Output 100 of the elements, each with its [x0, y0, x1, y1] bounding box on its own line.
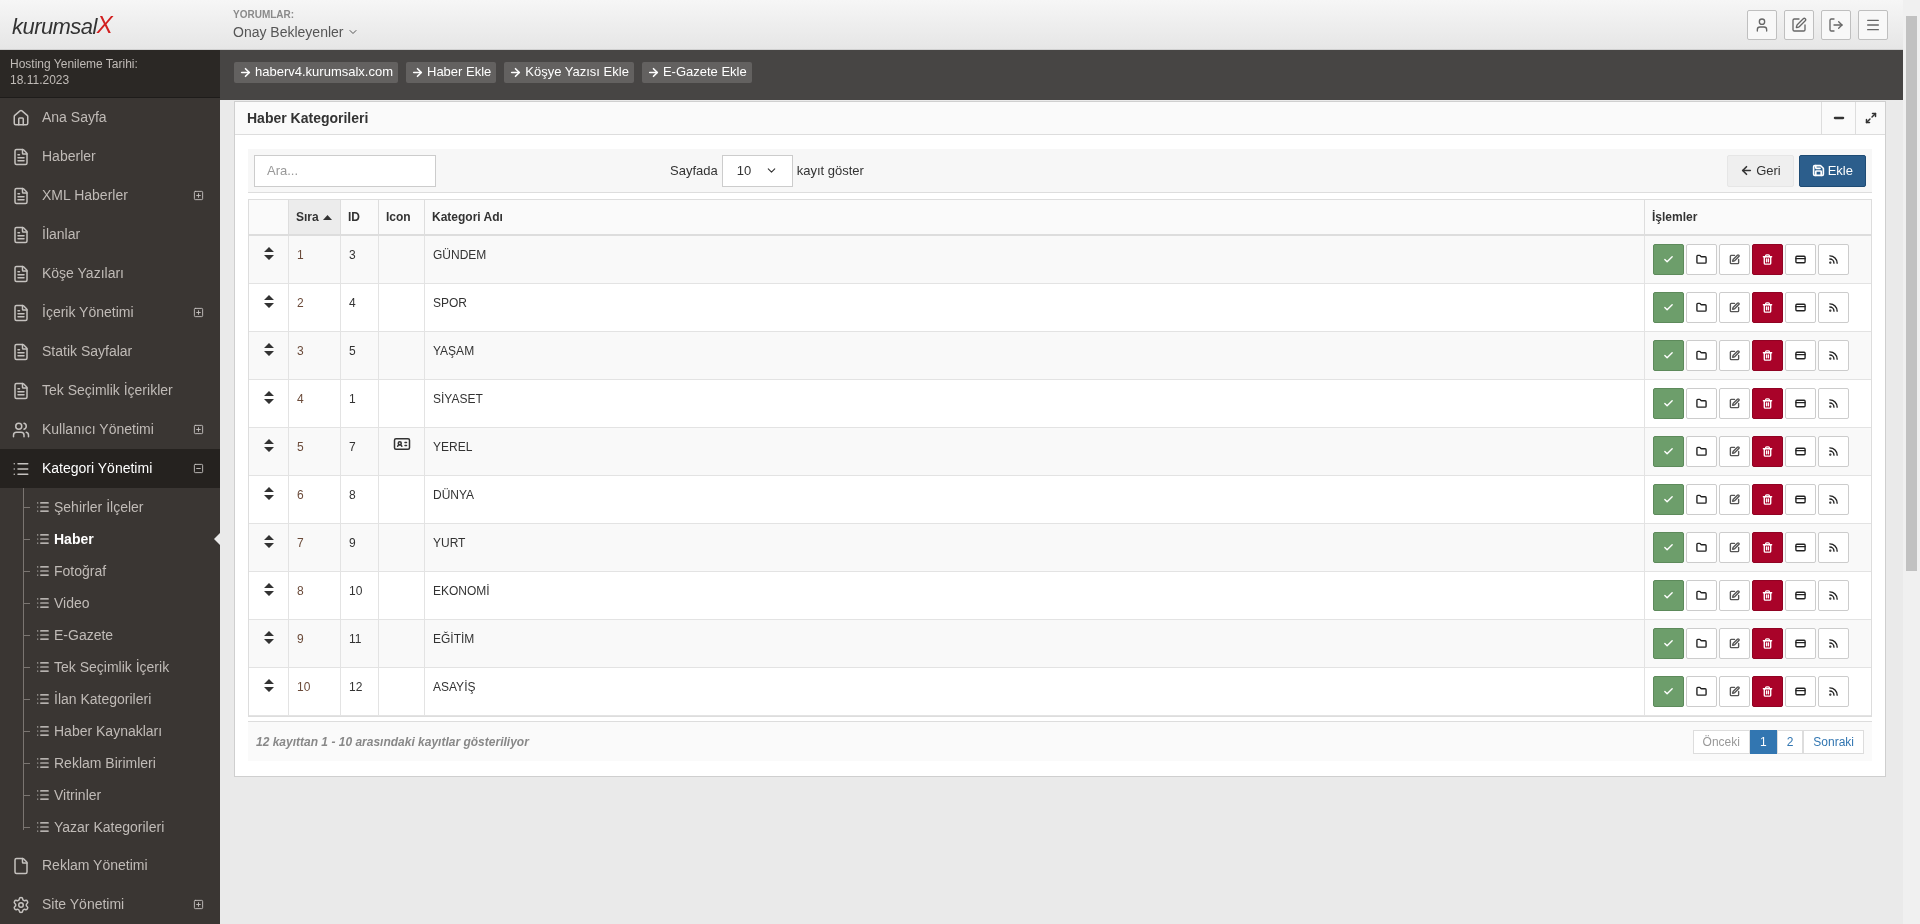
- edit-button[interactable]: [1719, 340, 1750, 371]
- sidebar-subitem[interactable]: Vitrinler: [36, 784, 102, 806]
- edit-button[interactable]: [1719, 580, 1750, 611]
- rss-button[interactable]: [1818, 244, 1849, 275]
- folder-button[interactable]: [1686, 676, 1717, 707]
- pencil-button[interactable]: [1784, 9, 1814, 40]
- expand-icon[interactable]: [193, 424, 204, 435]
- details-button[interactable]: [1785, 484, 1816, 515]
- folder-button[interactable]: [1686, 484, 1717, 515]
- page-link[interactable]: Sonraki: [1803, 729, 1864, 754]
- rss-button[interactable]: [1818, 436, 1849, 467]
- column-header[interactable]: ID: [341, 200, 379, 234]
- search-field[interactable]: Ara...: [254, 154, 436, 187]
- folder-button[interactable]: [1686, 436, 1717, 467]
- folder-button[interactable]: [1686, 532, 1717, 563]
- sidebar-item[interactable]: İçerik Yönetimi: [0, 293, 220, 332]
- user-button[interactable]: [1747, 9, 1777, 40]
- folder-button[interactable]: [1686, 340, 1717, 371]
- sidebar-item[interactable]: Kategori Yönetimi: [0, 449, 220, 488]
- sort-handle-icon[interactable]: [263, 535, 274, 549]
- details-button[interactable]: [1785, 388, 1816, 419]
- sidebar-subitem[interactable]: Tek Seçimlik İçerik: [36, 656, 170, 678]
- edit-button[interactable]: [1719, 532, 1750, 563]
- sidebar-subitem[interactable]: Video: [36, 592, 90, 614]
- delete-button[interactable]: [1752, 388, 1783, 419]
- sidebar-subitem[interactable]: Fotoğraf: [36, 560, 107, 582]
- edit-button[interactable]: [1719, 676, 1750, 707]
- sidebar-subitem[interactable]: E-Gazete: [36, 624, 114, 646]
- rss-button[interactable]: [1818, 532, 1849, 563]
- sidebar-item[interactable]: Tek Seçimlik İçerikler: [0, 371, 220, 410]
- folder-button[interactable]: [1686, 388, 1717, 419]
- folder-button[interactable]: [1686, 628, 1717, 659]
- back-button[interactable]: Geri: [1727, 154, 1794, 187]
- quick-link[interactable]: Köşye Yazısı Ekle: [504, 61, 634, 83]
- sidebar-subitem[interactable]: Şehirler İlçeler: [36, 496, 144, 518]
- folder-button[interactable]: [1686, 292, 1717, 323]
- rss-button[interactable]: [1818, 628, 1849, 659]
- edit-button[interactable]: [1719, 292, 1750, 323]
- delete-button[interactable]: [1752, 436, 1783, 467]
- logo[interactable]: kurumsalX: [12, 6, 113, 43]
- sidebar-item[interactable]: Köşe Yazıları: [0, 254, 220, 293]
- sidebar-item[interactable]: Site Yönetimi: [0, 885, 220, 924]
- details-button[interactable]: [1785, 628, 1816, 659]
- delete-button[interactable]: [1752, 244, 1783, 275]
- sidebar-subitem[interactable]: İlan Kategorileri: [36, 688, 152, 710]
- expand-icon[interactable]: [193, 307, 204, 318]
- sort-handle-icon[interactable]: [263, 487, 274, 501]
- delete-button[interactable]: [1752, 484, 1783, 515]
- details-button[interactable]: [1785, 676, 1816, 707]
- folder-button[interactable]: [1686, 580, 1717, 611]
- sidebar-subitem[interactable]: Reklam Birimleri: [36, 752, 156, 774]
- details-button[interactable]: [1785, 292, 1816, 323]
- expand-icon[interactable]: [193, 190, 204, 201]
- sidebar-subitem[interactable]: Haber: [36, 528, 94, 550]
- folder-button[interactable]: [1686, 244, 1717, 275]
- add-button[interactable]: Ekle: [1798, 154, 1866, 187]
- details-button[interactable]: [1785, 340, 1816, 371]
- page-size-select[interactable]: 10: [721, 154, 793, 187]
- details-button[interactable]: [1785, 580, 1816, 611]
- rss-button[interactable]: [1818, 388, 1849, 419]
- edit-button[interactable]: [1719, 244, 1750, 275]
- quick-link[interactable]: haberv4.kurumsalx.com: [234, 61, 398, 83]
- sidebar-subitem[interactable]: Yazar Kategorileri: [36, 816, 165, 838]
- column-header[interactable]: Sıra: [289, 200, 341, 234]
- details-button[interactable]: [1785, 244, 1816, 275]
- sidebar-item[interactable]: XML Haberler: [0, 176, 220, 215]
- quick-link[interactable]: Haber Ekle: [406, 61, 497, 83]
- delete-button[interactable]: [1752, 532, 1783, 563]
- collapse-icon[interactable]: [193, 463, 204, 474]
- delete-button[interactable]: [1752, 628, 1783, 659]
- page-link[interactable]: 2: [1776, 729, 1804, 754]
- sort-handle-icon[interactable]: [263, 343, 274, 357]
- sidebar-item[interactable]: Reklam Yönetimi: [0, 846, 220, 885]
- details-button[interactable]: [1785, 532, 1816, 563]
- scrollbar[interactable]: [1903, 0, 1920, 924]
- rss-button[interactable]: [1818, 580, 1849, 611]
- sidebar-item[interactable]: Statik Sayfalar: [0, 332, 220, 371]
- sidebar-item[interactable]: Ana Sayfa: [0, 98, 220, 137]
- sort-handle-icon[interactable]: [263, 631, 274, 645]
- rss-button[interactable]: [1818, 340, 1849, 371]
- sort-handle-icon[interactable]: [263, 583, 274, 597]
- delete-button[interactable]: [1752, 340, 1783, 371]
- sort-handle-icon[interactable]: [263, 391, 274, 405]
- delete-button[interactable]: [1752, 676, 1783, 707]
- column-header[interactable]: Kategori Adı: [425, 200, 1645, 234]
- sidebar-item[interactable]: Haberler: [0, 137, 220, 176]
- rss-button[interactable]: [1818, 292, 1849, 323]
- sidebar-item[interactable]: Kullanıcı Yönetimi: [0, 410, 220, 449]
- menu-button[interactable]: [1858, 9, 1888, 40]
- filter-dropdown[interactable]: Onay Bekleyenler: [233, 21, 359, 43]
- edit-button[interactable]: [1719, 436, 1750, 467]
- edit-button[interactable]: [1719, 484, 1750, 515]
- quick-link[interactable]: E-Gazete Ekle: [641, 61, 752, 83]
- details-button[interactable]: [1785, 436, 1816, 467]
- sort-handle-icon[interactable]: [263, 439, 274, 453]
- column-header[interactable]: Icon: [379, 200, 425, 234]
- sort-handle-icon[interactable]: [263, 679, 274, 693]
- sort-handle-icon[interactable]: [263, 295, 274, 309]
- expand-icon[interactable]: [193, 899, 204, 910]
- logout-button[interactable]: [1821, 9, 1851, 40]
